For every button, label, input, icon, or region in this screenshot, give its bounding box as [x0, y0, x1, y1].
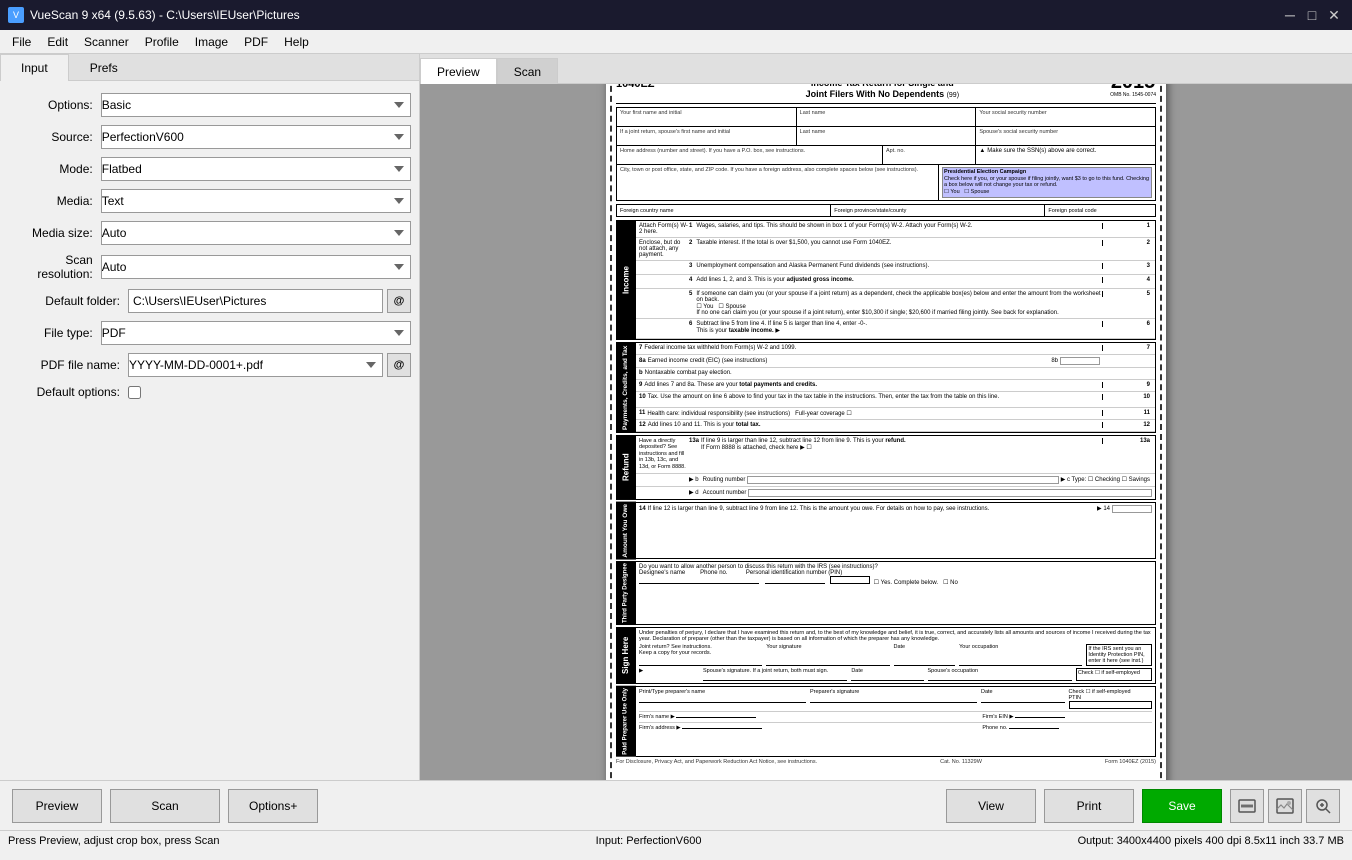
options-row: Options: BasicStandardProfessional	[8, 93, 411, 117]
statusbar-middle: Input: PerfectionV600	[596, 835, 702, 847]
default-options-checkbox[interactable]	[128, 386, 141, 399]
options-button[interactable]: Options+	[228, 789, 318, 823]
statusbar-left: Press Preview, adjust crop box, press Sc…	[8, 835, 220, 847]
default-folder-label: Default folder:	[8, 294, 128, 308]
file-type-row: File type: PDFJPEGTIFFPNG	[8, 321, 411, 345]
preview-tabs: Preview Scan	[420, 54, 1352, 84]
scan-icon-button[interactable]	[1230, 789, 1264, 823]
source-row: Source: PerfectionV600	[8, 125, 411, 149]
scan-resolution-row: Scan resolution: Auto751503006001200	[8, 253, 411, 281]
media-size-row: Media size: AutoLetterA4	[8, 221, 411, 245]
right-icons	[1230, 789, 1340, 823]
print-button[interactable]: Print	[1044, 789, 1134, 823]
titlebar: V VueScan 9 x64 (9.5.63) - C:\Users\IEUs…	[0, 0, 1352, 30]
menu-pdf[interactable]: PDF	[236, 33, 276, 51]
scan-button[interactable]: Scan	[110, 789, 220, 823]
preview-area[interactable]: Form 1040EZ Department of the Treasury—I…	[420, 84, 1352, 780]
window-title: VueScan 9 x64 (9.5.63) - C:\Users\IEUser…	[30, 8, 300, 22]
pdf-filename-label: PDF file name:	[8, 358, 128, 372]
menu-help[interactable]: Help	[276, 33, 317, 51]
pdf-filename-row: PDF file name: YYYY-MM-DD-0001+.pdf @	[8, 353, 411, 377]
options-select[interactable]: BasicStandardProfessional	[101, 93, 411, 117]
menu-edit[interactable]: Edit	[39, 33, 76, 51]
source-label: Source:	[8, 130, 101, 144]
pdf-at-button[interactable]: @	[387, 353, 411, 377]
menu-scanner[interactable]: Scanner	[76, 33, 137, 51]
mode-select[interactable]: FlatbedTransparency	[101, 157, 411, 181]
source-select[interactable]: PerfectionV600	[101, 125, 411, 149]
statusbar: Press Preview, adjust crop box, press Sc…	[0, 830, 1352, 850]
mode-row: Mode: FlatbedTransparency	[8, 157, 411, 181]
app-icon: V	[8, 7, 24, 23]
menu-image[interactable]: Image	[187, 33, 236, 51]
menu-file[interactable]: File	[4, 33, 39, 51]
scan-resolution-select[interactable]: Auto751503006001200	[101, 255, 411, 279]
default-options-row: Default options:	[8, 385, 411, 399]
tab-preview[interactable]: Preview	[420, 58, 497, 84]
titlebar-controls: ─ □ ✕	[1280, 5, 1344, 25]
media-size-label: Media size:	[8, 226, 101, 240]
document-container: Form 1040EZ Department of the Treasury—I…	[606, 84, 1166, 780]
media-select[interactable]: TextImageColor	[101, 189, 411, 213]
panel-tabs: Input Prefs	[0, 54, 419, 81]
mode-label: Mode:	[8, 162, 101, 176]
options-label: Options:	[8, 98, 101, 112]
tab-input[interactable]: Input	[0, 54, 69, 81]
statusbar-right: Output: 3400x4400 pixels 400 dpi 8.5x11 …	[1078, 835, 1344, 847]
tab-prefs[interactable]: Prefs	[69, 54, 139, 81]
file-type-label: File type:	[8, 326, 101, 340]
media-label: Media:	[8, 194, 101, 208]
default-folder-input[interactable]	[128, 289, 383, 313]
titlebar-left: V VueScan 9 x64 (9.5.63) - C:\Users\IEUs…	[8, 7, 300, 23]
folder-row: @	[128, 289, 411, 313]
menubar: File Edit Scanner Profile Image PDF Help	[0, 30, 1352, 54]
main-area: Input Prefs Options: BasicStandardProfes…	[0, 54, 1352, 780]
left-panel: Input Prefs Options: BasicStandardProfes…	[0, 54, 420, 780]
default-options-label-wrap	[128, 386, 141, 399]
close-button[interactable]: ✕	[1324, 5, 1344, 25]
zoom-in-button[interactable]	[1306, 789, 1340, 823]
tab-scan[interactable]: Scan	[497, 58, 558, 84]
save-button[interactable]: Save	[1142, 789, 1222, 823]
folder-at-button[interactable]: @	[387, 289, 411, 313]
form-area: Options: BasicStandardProfessional Sourc…	[0, 81, 419, 780]
media-row: Media: TextImageColor	[8, 189, 411, 213]
media-size-select[interactable]: AutoLetterA4	[101, 221, 411, 245]
default-folder-row: Default folder: @	[8, 289, 411, 313]
tax-form: Form 1040EZ Department of the Treasury—I…	[606, 84, 1166, 780]
scan-resolution-label: Scan resolution:	[8, 253, 101, 281]
view-button[interactable]: View	[946, 789, 1036, 823]
pdf-folder-row: YYYY-MM-DD-0001+.pdf @	[128, 353, 411, 377]
bottom-bar: Preview Scan Options+ View Print Save	[0, 780, 1352, 830]
preview-button[interactable]: Preview	[12, 789, 102, 823]
pdf-filename-select[interactable]: YYYY-MM-DD-0001+.pdf	[128, 353, 383, 377]
file-type-select[interactable]: PDFJPEGTIFFPNG	[101, 321, 411, 345]
minimize-button[interactable]: ─	[1280, 5, 1300, 25]
right-panel: Preview Scan Form 1040EZ Department of t…	[420, 54, 1352, 780]
default-options-label: Default options:	[8, 385, 128, 399]
menu-profile[interactable]: Profile	[137, 33, 187, 51]
image-icon-button[interactable]	[1268, 789, 1302, 823]
maximize-button[interactable]: □	[1302, 5, 1322, 25]
